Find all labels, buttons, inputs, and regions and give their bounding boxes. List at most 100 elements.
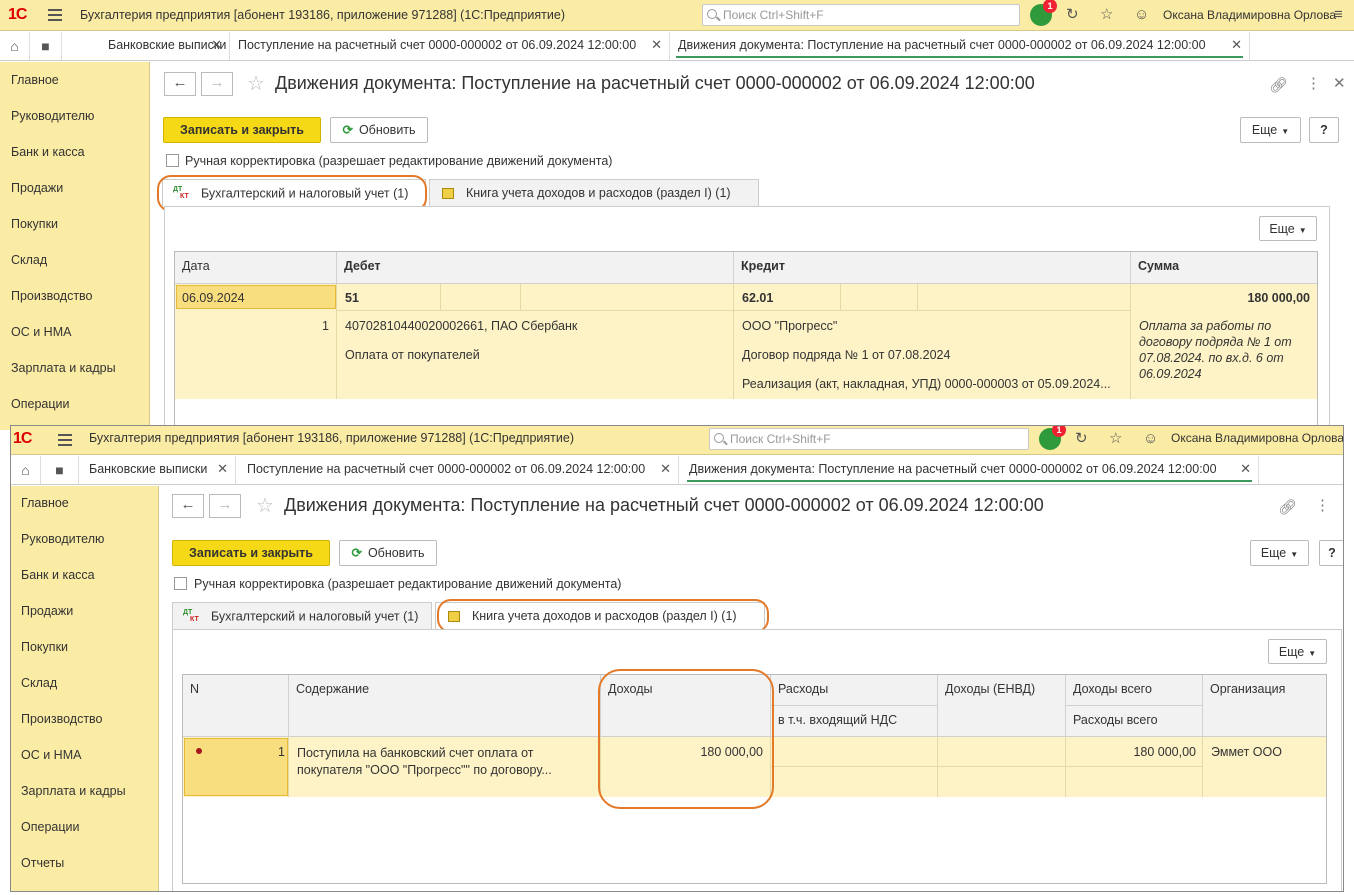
sidebar-item-purchases[interactable]: Покупки [21, 640, 68, 654]
more-button[interactable]: Еще ▼ [1250, 540, 1309, 566]
posted-marker-icon [196, 748, 202, 754]
page-title: Движения документа: Поступление на расче… [284, 495, 1044, 515]
sidebar-item-assets[interactable]: ОС и НМА [21, 748, 81, 762]
sidebar-item-main[interactable]: Главное [11, 73, 59, 87]
tab-document-movements[interactable]: Движения документа: Поступление на расче… [670, 32, 1250, 60]
close-icon[interactable]: ✕ [217, 461, 228, 477]
messages-icon[interactable]: ■ [30, 32, 62, 60]
user-icon[interactable]: ☺ [1143, 431, 1158, 447]
help-button[interactable]: ? [1309, 117, 1339, 143]
sidebar-item-manager[interactable]: Руководителю [21, 532, 104, 546]
col-expenses-vat[interactable]: в т.ч. входящий НДС [771, 706, 938, 737]
close-icon[interactable]: ✕ [651, 37, 662, 53]
more-vertical-icon[interactable]: ⋮ [1315, 496, 1330, 514]
sidebar-item-production[interactable]: Производство [21, 712, 103, 726]
col-content[interactable]: Содержание [289, 675, 601, 737]
sidebar-item-operations[interactable]: Операции [21, 820, 79, 834]
col-expenses-total[interactable]: Расходы всего [1066, 706, 1203, 737]
menu-icon[interactable] [48, 9, 62, 21]
history-icon[interactable]: ↻ [1066, 7, 1079, 23]
tab-document-movements[interactable]: Движения документа: Поступление на расче… [681, 456, 1259, 484]
selected-cell[interactable] [184, 738, 288, 796]
close-icon[interactable]: ✕ [1240, 461, 1251, 477]
refresh-button[interactable]: ⟳ Обновить [339, 540, 437, 566]
col-amount[interactable]: Сумма [1131, 252, 1317, 284]
menu-icon[interactable] [58, 434, 72, 446]
favorites-star-icon[interactable]: ☆ [1100, 7, 1113, 23]
tab-bank-statements[interactable]: Банковские выписки ✕ [100, 32, 230, 60]
sidebar-item-production[interactable]: Производство [11, 289, 93, 303]
user-name[interactable]: Оксана Владимировна Орлова [1171, 431, 1343, 445]
more-button[interactable]: Еще ▼ [1240, 117, 1301, 143]
tab-income-book[interactable]: Книга учета доходов и расходов (раздел I… [429, 179, 759, 206]
forward-button[interactable]: → [201, 72, 233, 96]
tab-receipt-doc[interactable]: Поступление на расчетный счет 0000-00000… [230, 32, 670, 60]
sidebar-item-payroll[interactable]: Зарплата и кадры [11, 361, 116, 375]
user-icon[interactable]: ☺ [1134, 7, 1149, 23]
save-and-close-button[interactable]: Записать и закрыть [172, 540, 330, 566]
refresh-button[interactable]: ⟳ Обновить [330, 117, 428, 143]
tab-accounting-tax[interactable]: ДТ КТ Бухгалтерский и налоговый учет (1) [172, 602, 432, 629]
sidebar-item-payroll[interactable]: Зарплата и кадры [21, 784, 126, 798]
favorite-star-icon[interactable]: ☆ [256, 496, 274, 516]
link-icon[interactable]: 🔗︎ [1278, 498, 1297, 516]
col-organization[interactable]: Организация [1203, 675, 1326, 737]
sidebar-item-assets[interactable]: ОС и НМА [11, 325, 71, 339]
home-icon[interactable]: ⌂ [11, 456, 41, 484]
sidebar-item-main[interactable]: Главное [21, 496, 69, 510]
sidebar: Главное Руководителю Банк и касса Продаж… [0, 62, 150, 430]
sidebar-item-bank[interactable]: Банк и касса [11, 145, 85, 159]
sidebar-item-manager[interactable]: Руководителю [11, 109, 94, 123]
tab-label: Движения документа: Поступление на расче… [689, 462, 1217, 476]
col-income-total[interactable]: Доходы всего [1066, 675, 1203, 706]
link-icon[interactable]: 🔗︎ [1269, 76, 1288, 94]
back-button[interactable]: ← [164, 72, 196, 96]
sidebar-item-warehouse[interactable]: Склад [11, 253, 47, 267]
settings-menu-icon[interactable]: ≡ [1334, 7, 1343, 23]
help-button[interactable]: ? [1319, 540, 1343, 566]
tab-label: Книга учета доходов и расходов (раздел I… [466, 186, 731, 200]
movements-table[interactable]: Дата Дебет Кредит Сумма 06.09.2024 1 51 … [174, 251, 1318, 430]
cell-credit-sub2: Договор подряда № 1 от 07.08.2024 [742, 348, 951, 362]
sidebar-item-purchases[interactable]: Покупки [11, 217, 58, 231]
search-input[interactable]: Поиск Ctrl+Shift+F [709, 428, 1029, 450]
logo-1c-icon: 1С [8, 6, 27, 23]
col-debit[interactable]: Дебет [337, 252, 734, 284]
col-credit[interactable]: Кредит [734, 252, 1131, 284]
col-expenses[interactable]: Расходы [771, 675, 938, 706]
notifications-icon[interactable]: 1 [1039, 426, 1066, 450]
close-icon[interactable]: ✕ [211, 37, 222, 53]
messages-icon[interactable]: ■ [41, 456, 79, 484]
sidebar-item-sales[interactable]: Продажи [21, 604, 73, 618]
grid-more-button[interactable]: Еще ▼ [1259, 216, 1317, 241]
close-icon[interactable]: ✕ [1231, 37, 1242, 53]
tab-receipt-doc[interactable]: Поступление на расчетный счет 0000-00000… [239, 456, 679, 484]
history-icon[interactable]: ↻ [1075, 431, 1088, 447]
close-icon[interactable]: ✕ [660, 461, 671, 477]
col-income-envd[interactable]: Доходы (ЕНВД) [938, 675, 1066, 737]
favorites-star-icon[interactable]: ☆ [1109, 431, 1122, 447]
user-name[interactable]: Оксана Владимировна Орлова [1163, 8, 1336, 22]
tab-panel: Еще ▼ Дата Дебет Кредит Сумма 06.09.2024 … [164, 206, 1330, 430]
more-vertical-icon[interactable]: ⋮ [1306, 74, 1321, 92]
sidebar-item-operations[interactable]: Операции [11, 397, 69, 411]
close-window-icon[interactable]: ✕ [1333, 74, 1346, 92]
manual-edit-checkbox[interactable] [166, 154, 179, 167]
home-icon[interactable]: ⌂ [0, 32, 30, 60]
refresh-label: Обновить [367, 546, 425, 560]
sidebar-item-reports[interactable]: Отчеты [21, 856, 64, 870]
tab-bank-statements[interactable]: Банковские выписки ✕ [81, 456, 236, 484]
sidebar-item-warehouse[interactable]: Склад [21, 676, 57, 690]
sidebar-item-bank[interactable]: Банк и касса [21, 568, 95, 582]
col-date[interactable]: Дата [175, 252, 337, 284]
back-button[interactable]: ← [172, 494, 204, 518]
favorite-star-icon[interactable]: ☆ [247, 74, 265, 94]
manual-edit-checkbox[interactable] [174, 577, 187, 590]
save-and-close-button[interactable]: Записать и закрыть [163, 117, 321, 143]
sidebar-item-sales[interactable]: Продажи [11, 181, 63, 195]
notifications-icon[interactable]: 1 [1030, 0, 1057, 26]
search-input[interactable]: Поиск Ctrl+Shift+F [702, 4, 1020, 26]
forward-button[interactable]: → [209, 494, 241, 518]
col-n[interactable]: N [183, 675, 289, 737]
grid-more-button[interactable]: Еще ▼ [1268, 639, 1327, 664]
